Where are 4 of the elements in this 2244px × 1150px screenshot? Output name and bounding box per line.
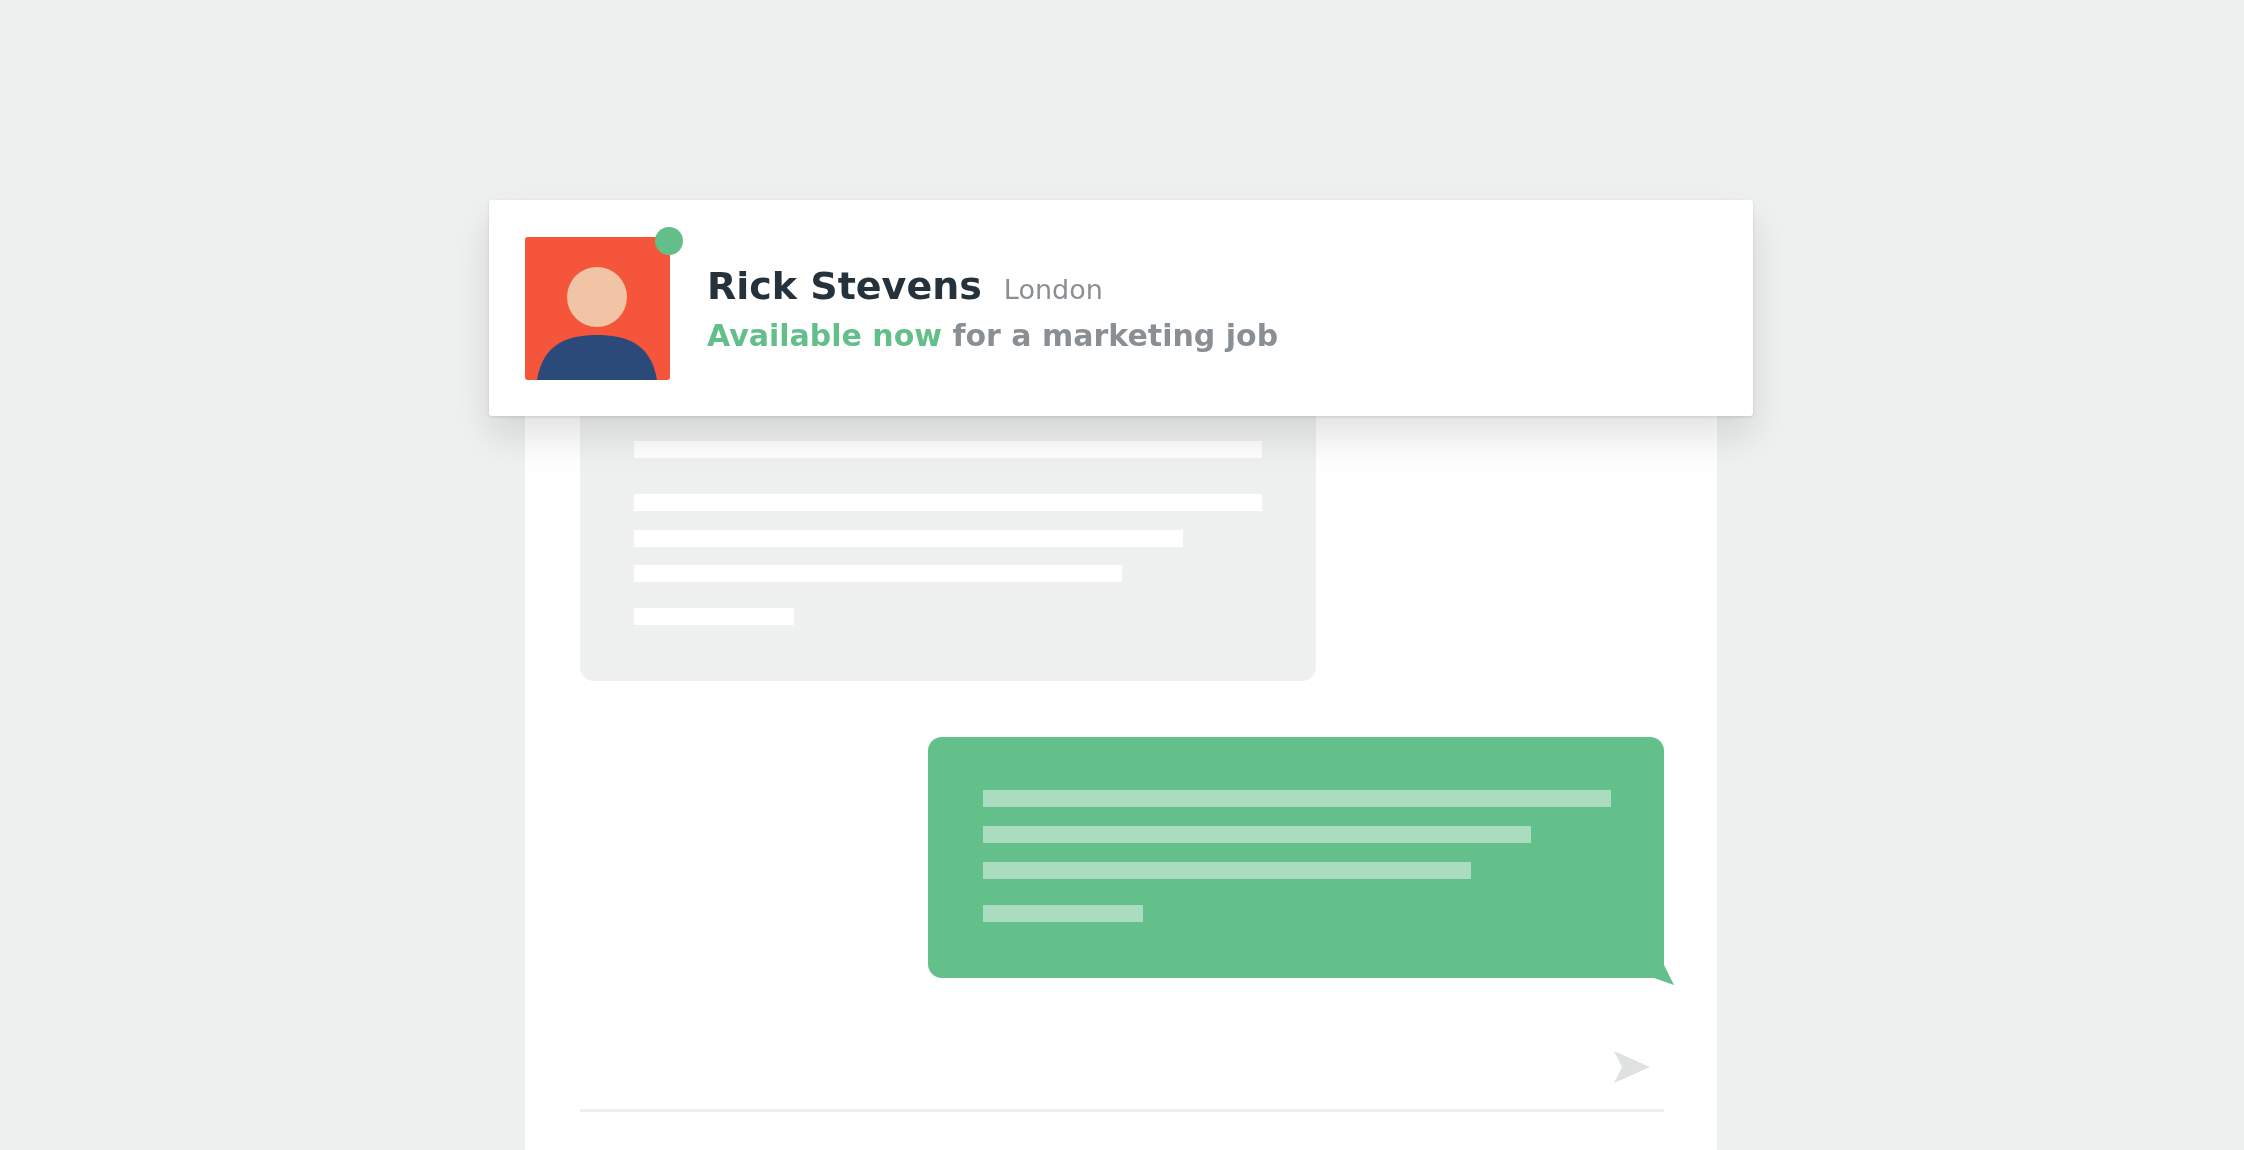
profile-location: London xyxy=(1003,273,1103,305)
profile-name: Rick Stevens xyxy=(707,263,982,308)
availability-status: Available now for a marketing job xyxy=(707,317,1279,353)
send-icon[interactable] xyxy=(1614,1051,1650,1083)
